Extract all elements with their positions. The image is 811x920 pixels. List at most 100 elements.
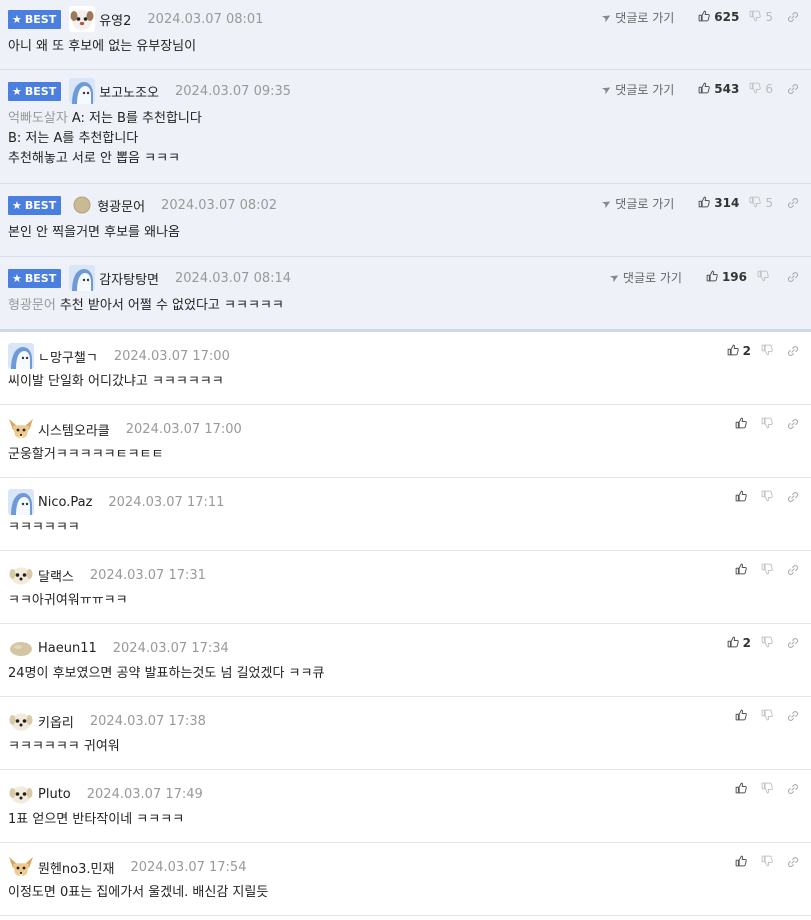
- comment-date: 2024.03.07 17:11: [108, 494, 225, 510]
- blue-character-avatar-icon[interactable]: [8, 343, 34, 369]
- comment-nickname[interactable]: 뭔헨no3.민재: [38, 858, 114, 877]
- go-to-reply-link[interactable]: ➤ 댓글로 가기: [599, 81, 675, 98]
- link-icon[interactable]: [787, 345, 799, 357]
- comment-date: 2024.03.07 08:01: [147, 11, 264, 27]
- best-comment: ★ BEST 형광문어 2024.03.07 08:02 본인 안 찍을거면 후보를 왜…: [0, 184, 811, 257]
- like-button[interactable]: 2: [727, 344, 751, 359]
- go-to-reply-label: 댓글로 가기: [622, 270, 682, 285]
- comment-nickname[interactable]: ㄴ망구챌ㄱ: [38, 347, 98, 366]
- comment-nickname[interactable]: 형광문어: [97, 196, 145, 215]
- thumbs-down-icon: [761, 490, 773, 505]
- link-icon[interactable]: [787, 197, 799, 209]
- like-button[interactable]: [735, 490, 751, 505]
- comment-text: ㅋㅋㅋㅋㅋㅋ 귀여워: [8, 739, 120, 754]
- like-button[interactable]: 314: [698, 196, 739, 211]
- like-button[interactable]: 196: [706, 270, 747, 285]
- blue-character-avatar-icon[interactable]: [69, 78, 96, 104]
- dislike-button[interactable]: [761, 855, 773, 870]
- dislike-button[interactable]: 5: [749, 196, 773, 211]
- thumbs-down-icon: [761, 563, 773, 578]
- comment-nickname[interactable]: 보고노조오: [99, 82, 159, 101]
- comment-actions: ➤ 댓글로 가기 543 6: [599, 80, 799, 98]
- like-button[interactable]: [735, 782, 751, 797]
- comment-date: 2024.03.07 17:38: [89, 713, 206, 729]
- link-icon[interactable]: [787, 710, 799, 722]
- best-badge: ★ BEST: [8, 9, 62, 29]
- puppy-avatar-icon[interactable]: [8, 708, 34, 734]
- puppy-avatar-icon[interactable]: [8, 781, 34, 807]
- comment-text: A: 저는 B를 추천합니다: [71, 111, 202, 126]
- dislike-button[interactable]: [757, 270, 773, 285]
- fennec-fox-avatar-icon[interactable]: [8, 854, 34, 880]
- comment-nickname[interactable]: Nico.Paz: [38, 495, 92, 510]
- comment-header: ★ BEST 형광문어 2024.03.07 08:02: [8, 193, 277, 217]
- comment-actions: [725, 561, 799, 579]
- link-icon[interactable]: [787, 83, 799, 95]
- comment-header: Haeun11 2024.03.07 17:34: [8, 635, 229, 661]
- like-count: 314: [714, 196, 740, 210]
- like-button[interactable]: [735, 709, 751, 724]
- go-to-reply-label: 댓글로 가기: [615, 82, 675, 97]
- like-count: 2: [742, 344, 751, 358]
- link-icon[interactable]: [787, 783, 799, 795]
- comment-nickname[interactable]: 감자탕탕면: [99, 269, 159, 288]
- dog-white-avatar-icon[interactable]: [69, 6, 96, 32]
- comment-nickname[interactable]: 키옵리: [38, 712, 74, 731]
- comment-header: Nico.Paz 2024.03.07 17:11: [8, 489, 225, 515]
- comment-body: 이정도면 0표는 집에가서 울겠네. 배신감 지릴듯: [8, 883, 268, 903]
- comment-nickname[interactable]: Haeun11: [38, 641, 97, 656]
- comment-date: 2024.03.07 17:00: [125, 421, 242, 437]
- blue-character-avatar-icon[interactable]: [8, 489, 34, 515]
- comment-nickname[interactable]: 시스템오라클: [38, 420, 110, 439]
- dislike-button[interactable]: [761, 490, 773, 505]
- link-icon[interactable]: [787, 637, 799, 649]
- dislike-button[interactable]: [761, 709, 773, 724]
- comment-mention[interactable]: 형광문어: [8, 298, 56, 313]
- like-button[interactable]: 2: [727, 636, 751, 651]
- comment-item: 달랙스 2024.03.07 17:31 ㅋㅋ아귀여워ㅠㅠㅋㅋ: [0, 551, 811, 624]
- go-to-reply-link[interactable]: ➤ 댓글로 가기: [599, 9, 674, 26]
- link-icon[interactable]: [787, 564, 799, 576]
- beige-circle-avatar-icon[interactable]: [73, 196, 91, 214]
- link-icon[interactable]: [787, 418, 799, 430]
- like-button[interactable]: 543: [698, 82, 739, 97]
- like-button[interactable]: [735, 855, 751, 870]
- go-to-reply-link[interactable]: ➤ 댓글로 가기: [599, 195, 674, 212]
- dislike-button[interactable]: [761, 563, 773, 578]
- thumbs-up-icon: [727, 344, 739, 359]
- blue-character-avatar-icon[interactable]: [69, 265, 96, 291]
- comment-nickname[interactable]: Pluto: [38, 787, 71, 802]
- like-button[interactable]: [735, 563, 751, 578]
- link-icon[interactable]: [787, 856, 799, 868]
- dislike-button[interactable]: [761, 636, 773, 651]
- link-icon[interactable]: [787, 271, 799, 283]
- comment-header: 달랙스 2024.03.07 17:31: [8, 562, 206, 588]
- link-icon[interactable]: [787, 11, 799, 23]
- beige-blob-avatar-icon[interactable]: [8, 635, 34, 661]
- dislike-button[interactable]: 6: [749, 82, 773, 97]
- comment-item: ㄴ망구챌ㄱ 2024.03.07 17:00 씨이발 단일화 어디갔냐고 ㅋㅋㅋㅋㅋ…: [0, 332, 811, 405]
- comment-text: 24명이 후보였으면 공약 발표하는것도 넘 길었겠다 ㅋㅋ큐: [8, 666, 325, 681]
- like-button[interactable]: [735, 417, 751, 432]
- dislike-button[interactable]: [761, 417, 773, 432]
- dislike-button[interactable]: [761, 344, 773, 359]
- comment-nickname[interactable]: 달랙스: [38, 566, 74, 585]
- thumbs-up-icon: [706, 270, 718, 285]
- comment-line: 억빠도살자 A: 저는 B를 추천합니다: [8, 109, 202, 129]
- comment-body: 본인 안 찍을거면 후보를 왜나옴: [8, 223, 180, 243]
- fennec-fox-avatar-icon[interactable]: [8, 416, 34, 442]
- best-badge-label: BEST: [24, 198, 57, 212]
- go-to-reply-link[interactable]: ➤ 댓글로 가기: [607, 269, 682, 286]
- comment-text: ㅋㅋ아귀여워ㅠㅠㅋㅋ: [8, 593, 128, 608]
- comment-body: ㅋㅋㅋㅋㅋㅋ 귀여워: [8, 737, 120, 757]
- comment-body: 아니 왜 또 후보에 없는 유부장님이: [8, 37, 196, 57]
- comment-date: 2024.03.07 17:31: [89, 567, 206, 583]
- puppy-avatar-icon[interactable]: [8, 562, 34, 588]
- link-icon[interactable]: [787, 491, 799, 503]
- like-button[interactable]: 625: [698, 10, 739, 25]
- comment-nickname[interactable]: 유영2: [99, 10, 131, 29]
- comment-mention[interactable]: 억빠도살자: [8, 111, 68, 126]
- dislike-button[interactable]: 5: [749, 10, 773, 25]
- dislike-button[interactable]: [761, 782, 773, 797]
- star-icon: ★: [12, 198, 22, 212]
